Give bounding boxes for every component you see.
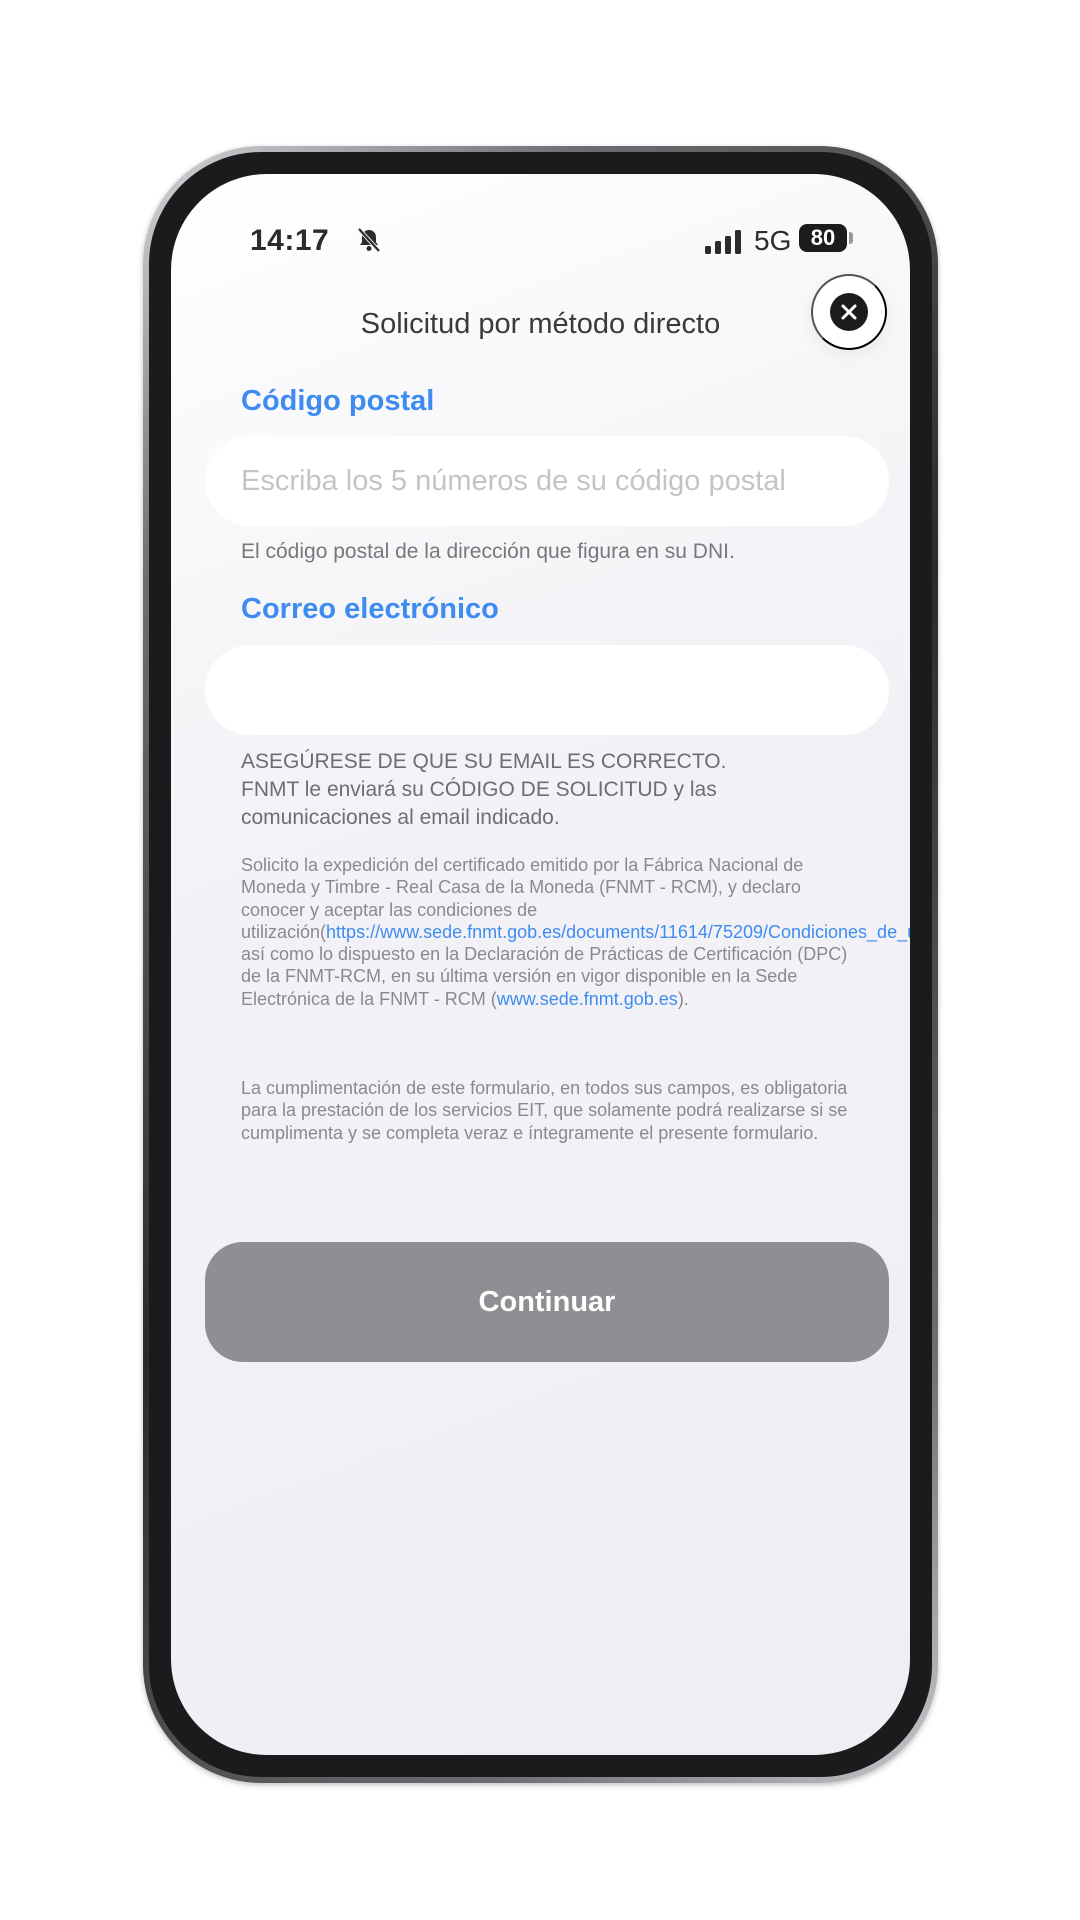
status-time: 14:17 xyxy=(250,224,330,257)
email-warning-line-1: ASEGÚRESE DE QUE SU EMAIL ES CORRECTO. xyxy=(241,750,727,773)
page-title: Solicitud por método directo xyxy=(360,308,721,340)
network-type: 5G xyxy=(754,225,792,256)
legal-paragraph-1: Solicito la expedición del certificado e… xyxy=(241,854,910,1010)
legal-text-after: ). xyxy=(677,988,689,1009)
continue-button[interactable]: Continuar xyxy=(205,1242,889,1362)
conditions-link[interactable]: https://www.sede.fnmt.gob.es/documents/1… xyxy=(326,922,910,942)
battery-tip xyxy=(849,232,853,244)
close-button[interactable] xyxy=(811,274,887,350)
close-icon xyxy=(830,293,868,331)
postal-code-input[interactable] xyxy=(205,436,889,526)
phone-frame: 14:17 5G 80 Solicitud por método directo xyxy=(143,146,938,1783)
battery-icon: 80 xyxy=(799,224,847,252)
email-input[interactable] xyxy=(205,645,889,735)
phone-bezel: 14:17 5G 80 Solicitud por método directo xyxy=(149,152,932,1777)
sede-link[interactable]: www.sede.fnmt.gob.es xyxy=(497,989,678,1009)
email-warning: ASEGÚRESE DE QUE SU EMAIL ES CORRECTO. F… xyxy=(241,748,861,832)
app-screen: 14:17 5G 80 Solicitud por método directo xyxy=(171,174,910,1755)
signal-icon xyxy=(705,230,741,254)
postal-code-label: Código postal xyxy=(241,385,435,417)
bell-muted-icon xyxy=(357,227,381,253)
email-warning-line-2: FNMT le enviará su CÓDIGO DE SOLICITUD y… xyxy=(241,778,717,829)
legal-paragraph-2: La cumplimentación de este formulario, e… xyxy=(241,1078,848,1143)
postal-code-helper: El código postal de la dirección que fig… xyxy=(241,540,735,563)
email-label: Correo electrónico xyxy=(241,593,499,625)
